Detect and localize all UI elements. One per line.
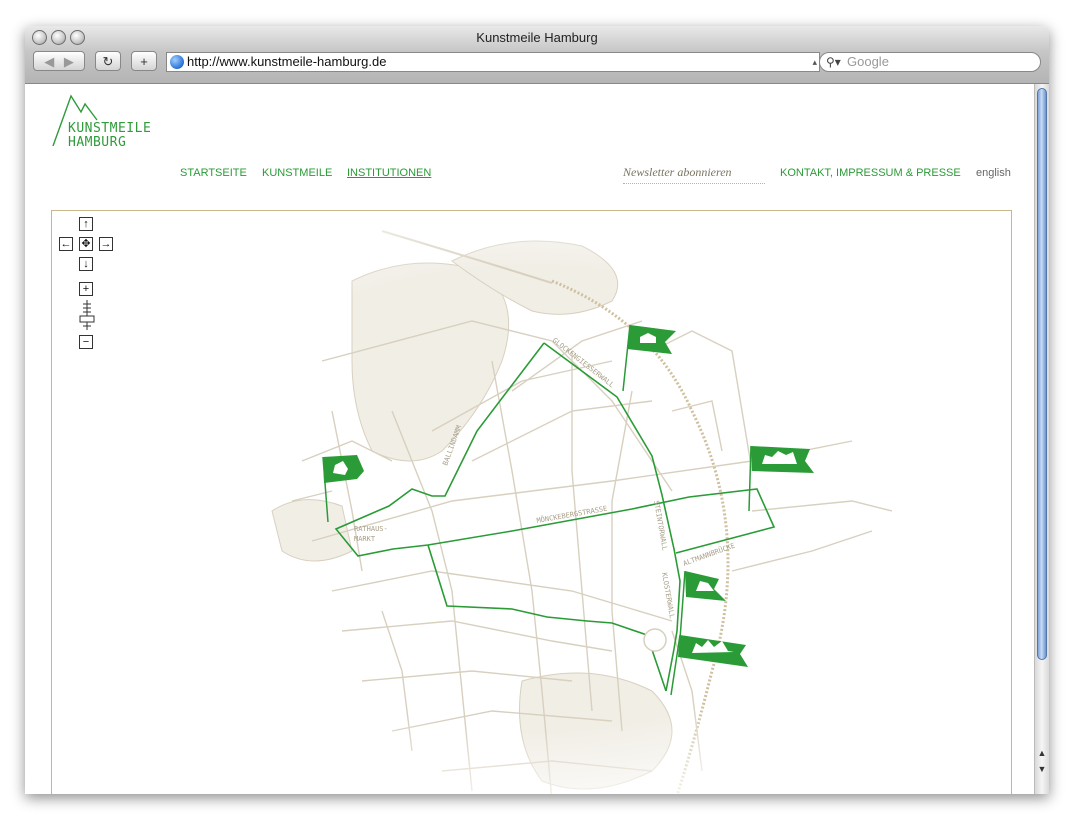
page-scrollbar[interactable]: ▲ ▼	[1034, 84, 1049, 794]
back-arrow-icon[interactable]: ◀	[44, 54, 54, 69]
browser-titlebar: Kunstmeile Hamburg ◀ ▶ ↻ + http://www.ku…	[25, 26, 1049, 84]
forward-arrow-icon[interactable]: ▶	[64, 54, 74, 69]
logo-line-1: KUNSTMEILE	[68, 121, 152, 136]
search-field[interactable]: ⚲▾ Google	[819, 52, 1041, 72]
pan-center-button[interactable]: ✥	[79, 237, 93, 251]
contact-link[interactable]: KONTAKT, IMPRESSUM & PRESSE	[780, 167, 961, 179]
zoom-in-button[interactable]: +	[79, 282, 93, 296]
page-content: KUNSTMEILE HAMBURG STARTSEITE KUNSTMEILE…	[25, 84, 1034, 794]
search-icon: ⚲▾	[826, 55, 841, 69]
pan-down-button[interactable]: ↓	[79, 257, 93, 271]
logo-line-2: HAMBURG	[68, 135, 127, 150]
pan-right-button[interactable]: →	[99, 237, 113, 251]
map-frame[interactable]: GLOCKENGIESSERWALL BALLINDAMM MÖNCKEBERG…	[51, 210, 1012, 794]
window-title: Kunstmeile Hamburg	[476, 30, 598, 45]
browser-window: Kunstmeile Hamburg ◀ ▶ ↻ + http://www.ku…	[25, 26, 1049, 794]
back-forward-buttons[interactable]: ◀ ▶	[33, 51, 85, 71]
scroll-up-icon[interactable]: ▲	[1035, 746, 1049, 761]
url-dropdown-icon[interactable]: ▴	[812, 53, 817, 71]
language-switch[interactable]: english	[976, 167, 1011, 179]
street-label-rathausmarkt-1: RATHAUS-	[354, 525, 388, 533]
zoom-slider-handle[interactable]	[79, 315, 95, 323]
pan-left-button[interactable]: ←	[59, 237, 73, 251]
nav-institutionen[interactable]: INSTITUTIONEN	[347, 167, 431, 179]
scrollbar-thumb[interactable]	[1037, 88, 1047, 660]
globe-icon	[170, 55, 184, 69]
address-bar[interactable]: http://www.kunstmeile-hamburg.de ▴	[166, 52, 820, 72]
zoom-out-button[interactable]: −	[79, 335, 93, 349]
zoom-slider[interactable]	[79, 300, 95, 330]
newsletter-link[interactable]: Newsletter abonnieren	[623, 165, 765, 184]
nav-kunstmeile[interactable]: KUNSTMEILE	[262, 167, 332, 179]
nav-startseite[interactable]: STARTSEITE	[180, 167, 247, 179]
street-label-rathausmarkt-2: MARKT	[354, 535, 376, 543]
city-map[interactable]: GLOCKENGIESSERWALL BALLINDAMM MÖNCKEBERG…	[52, 211, 1011, 794]
reload-button[interactable]: ↻	[95, 51, 121, 71]
site-logo[interactable]: KUNSTMEILE HAMBURG	[68, 122, 151, 150]
search-placeholder: Google	[847, 54, 889, 69]
pan-up-button[interactable]: ↑	[79, 217, 93, 231]
url-text: http://www.kunstmeile-hamburg.de	[187, 54, 387, 69]
scroll-down-icon[interactable]: ▼	[1035, 762, 1049, 777]
add-bookmark-button[interactable]: +	[131, 51, 157, 71]
